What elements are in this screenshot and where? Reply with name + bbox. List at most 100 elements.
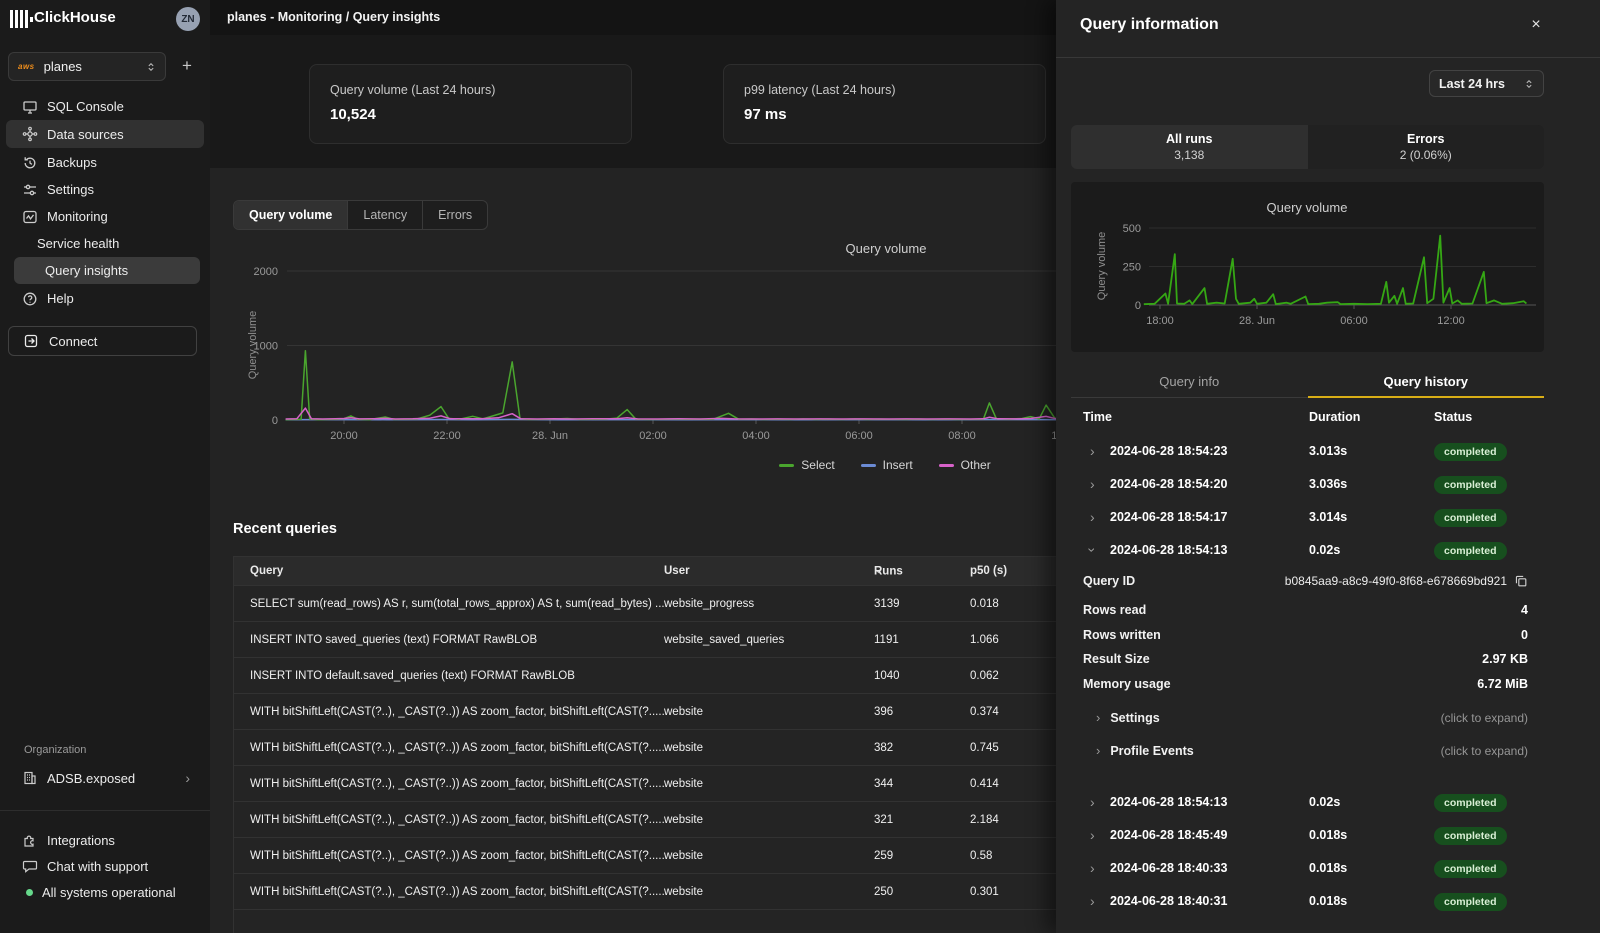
- organization-switcher[interactable]: ADSB.exposed ›: [6, 764, 204, 792]
- table-row[interactable]: WITH bitShiftLeft(CAST(?..), _CAST(?..))…: [234, 729, 1109, 765]
- svg-text:28. Jun: 28. Jun: [1239, 315, 1275, 327]
- system-status[interactable]: All systems operational: [6, 879, 204, 905]
- chevron-updown-icon: [1524, 77, 1534, 91]
- table-row[interactable]: WITH bitShiftLeft(CAST(?..), _CAST(?..))…: [234, 801, 1109, 837]
- table-body: SELECT sum(read_rows) AS r, sum(total_ro…: [234, 585, 1109, 909]
- column-header-runs[interactable]: Runs: [874, 567, 883, 576]
- history-row[interactable]: › 2024-06-28 18:54:13 0.02s completed: [1056, 785, 1600, 818]
- chevron-right-icon: ›: [1090, 476, 1095, 492]
- svg-text:18:00: 18:00: [1146, 315, 1174, 327]
- aws-icon: aws: [18, 62, 35, 71]
- time-range-select[interactable]: Last 24 hrs: [1429, 70, 1544, 97]
- table-row[interactable]: WITH bitShiftLeft(CAST(?..), _CAST(?..))…: [234, 765, 1109, 801]
- user-cell: website_saved_queries: [664, 634, 784, 646]
- chat-bubble-icon: [22, 858, 38, 874]
- runs-cell: 250: [874, 886, 893, 898]
- table-row-partial[interactable]: [234, 909, 1109, 933]
- query-cell: INSERT INTO default.saved_queries (text)…: [250, 670, 575, 682]
- legend-item-insert[interactable]: Insert: [861, 458, 913, 472]
- segment-all-runs[interactable]: All runs 3,138: [1071, 125, 1308, 169]
- history-list-bottom: › 2024-06-28 18:54:13 0.02s completed › …: [1056, 785, 1600, 917]
- sidebar-item-integrations[interactable]: Integrations: [6, 827, 204, 853]
- sidebar-item-backups[interactable]: Backups: [6, 149, 204, 176]
- svg-text:12:00: 12:00: [1437, 315, 1465, 327]
- sidebar-item-help[interactable]: Help: [6, 285, 204, 312]
- history-row[interactable]: › 2024-06-28 18:54:13 0.02s completed: [1056, 533, 1600, 566]
- add-service-button[interactable]: +: [176, 54, 198, 78]
- profile-events-expander[interactable]: ›Profile Events (click to expand): [1096, 743, 1528, 758]
- history-row[interactable]: › 2024-06-28 18:54:20 3.036s completed: [1056, 467, 1600, 500]
- svg-text:0: 0: [272, 415, 278, 427]
- table-row[interactable]: INSERT INTO default.saved_queries (text)…: [234, 657, 1109, 693]
- select-series-swatch: [779, 464, 794, 467]
- status-label: All systems operational: [42, 885, 176, 900]
- tab-query-info[interactable]: Query info: [1071, 368, 1308, 397]
- connect-icon: [23, 333, 39, 349]
- legend-item-other[interactable]: Other: [939, 458, 991, 472]
- sidebar-item-service-health[interactable]: Service health: [6, 230, 204, 257]
- table-row[interactable]: INSERT INTO saved_queries (text) FORMAT …: [234, 621, 1109, 657]
- svg-text:Query volume: Query volume: [846, 241, 927, 256]
- history-row[interactable]: › 2024-06-28 18:54:17 3.014s completed: [1056, 500, 1600, 533]
- brand-title: ClickHouse: [34, 9, 116, 26]
- workspace-selector[interactable]: aws planes: [8, 52, 166, 81]
- svg-text:28. Jun: 28. Jun: [532, 430, 568, 442]
- p50-cell: 0.018: [970, 598, 999, 610]
- recent-queries-title: Recent queries: [233, 521, 337, 537]
- close-icon[interactable]: ×: [1523, 12, 1549, 38]
- table-row[interactable]: WITH bitShiftLeft(CAST(?..), _CAST(?..))…: [234, 693, 1109, 729]
- sidebar-item-query-insights[interactable]: Query insights: [14, 257, 200, 284]
- history-row[interactable]: › 2024-06-28 18:45:49 0.018s completed: [1056, 818, 1600, 851]
- sidebar-item-monitoring[interactable]: Monitoring: [6, 203, 204, 230]
- user-avatar[interactable]: ZN: [176, 7, 200, 31]
- table-row[interactable]: WITH bitShiftLeft(CAST(?..), _CAST(?..))…: [234, 837, 1109, 873]
- query-information-panel: Query information × Last 24 hrs All runs…: [1056, 0, 1600, 933]
- sliders-icon: [22, 182, 38, 198]
- sidebar-item-settings[interactable]: Settings: [6, 176, 204, 203]
- sidebar-item-sql-console[interactable]: SQL Console: [6, 93, 204, 120]
- svg-text:Query volume: Query volume: [1096, 232, 1108, 300]
- p50-cell: 0.374: [970, 706, 999, 718]
- mini-query-volume-chart: 025050018:0028. Jun06:0012:00Query volum…: [1071, 182, 1544, 352]
- run-duration: 3.013s: [1309, 444, 1347, 458]
- sidebar-item-label: Chat with support: [47, 859, 148, 874]
- sidebar-item-chat-support[interactable]: Chat with support: [6, 853, 204, 879]
- history-row[interactable]: › 2024-06-28 18:40:31 0.018s completed: [1056, 884, 1600, 917]
- table-row[interactable]: WITH bitShiftLeft(CAST(?..), _CAST(?..))…: [234, 873, 1109, 909]
- table-row[interactable]: SELECT sum(read_rows) AS r, sum(total_ro…: [234, 585, 1109, 621]
- run-duration: 3.036s: [1309, 477, 1347, 491]
- settings-expander[interactable]: ›Settings (click to expand): [1096, 710, 1528, 725]
- sidebar-item-label: Help: [47, 291, 74, 306]
- run-time: 2024-06-28 18:40:33: [1110, 861, 1227, 875]
- detail-memory-usage: Memory usage 6.72 MiB: [1083, 677, 1528, 691]
- organization-label: Organization: [24, 744, 86, 756]
- stat-label: p99 latency (Last 24 hours): [744, 83, 1025, 97]
- puzzle-icon: [22, 832, 38, 848]
- p50-cell: 0.414: [970, 778, 999, 790]
- history-row[interactable]: › 2024-06-28 18:40:33 0.018s completed: [1056, 851, 1600, 884]
- p50-cell: 1.066: [970, 634, 999, 646]
- run-time: 2024-06-28 18:45:49: [1110, 828, 1227, 842]
- column-header-p50: p50 (s): [970, 565, 1007, 577]
- svg-text:Query volume: Query volume: [247, 311, 259, 379]
- chevron-right-icon: ›: [1090, 443, 1095, 459]
- sidebar-item-data-sources[interactable]: Data sources: [6, 120, 204, 148]
- time-range-value: Last 24 hrs: [1439, 77, 1505, 91]
- p50-cell: 2.184: [970, 814, 999, 826]
- chevron-right-icon: ›: [1096, 743, 1100, 758]
- chevron-right-icon: ›: [1090, 794, 1095, 810]
- panel-tabs: Query info Query history: [1071, 368, 1544, 398]
- svg-text:250: 250: [1123, 262, 1141, 274]
- legend-item-select[interactable]: Select: [779, 458, 834, 472]
- query-cell: WITH bitShiftLeft(CAST(?..), _CAST(?..))…: [250, 886, 665, 898]
- copy-icon[interactable]: [1514, 574, 1528, 588]
- runs-errors-segmented: All runs 3,138 Errors 2 (0.06%): [1071, 125, 1544, 169]
- tab-query-history[interactable]: Query history: [1308, 368, 1545, 398]
- history-row[interactable]: › 2024-06-28 18:54:23 3.013s completed: [1056, 434, 1600, 467]
- user-cell: website: [664, 778, 703, 790]
- detail-rows-written: Rows written 0: [1083, 628, 1528, 642]
- organization-icon: [22, 770, 38, 786]
- segment-errors[interactable]: Errors 2 (0.06%): [1308, 125, 1545, 169]
- chevron-right-icon: ›: [1090, 893, 1095, 909]
- connect-button[interactable]: Connect: [8, 326, 197, 356]
